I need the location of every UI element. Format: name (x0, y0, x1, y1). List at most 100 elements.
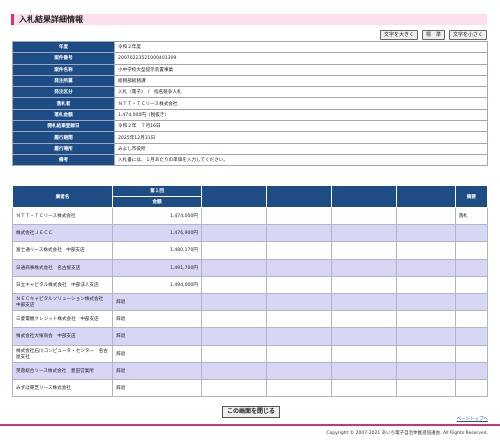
bid-amount: 辞退 (112, 344, 202, 363)
bid-amount: 1,474,000円 (112, 206, 202, 226)
bidder-name: ＮＥＣキャピタルソリューション株式会社 中部支店 (11, 292, 114, 312)
empty-cell (330, 275, 397, 294)
footer-divider (0, 424, 500, 426)
result-row: 株式会社石川コンピュータ・センター 名古屋支社 辞退 (11, 344, 489, 363)
empty-cell (395, 258, 456, 277)
bid-note (454, 327, 489, 346)
detail-label: 落札金額 (12, 108, 115, 122)
empty-cell (330, 224, 397, 243)
empty-cell (395, 241, 456, 260)
empty-cell (330, 310, 397, 329)
bid-amount: 1,480,170円 (112, 241, 202, 260)
bid-note (454, 310, 489, 329)
detail-row: 案件番号 20070223521000401309 (12, 52, 488, 65)
bid-note (454, 361, 489, 380)
detail-value: 2025年12月31日 (114, 131, 488, 144)
empty-cell (200, 344, 267, 363)
bidder-header: 業者名 (11, 185, 114, 208)
bid-amount: 辞退 (112, 361, 202, 380)
detail-row: 発注区分 入札（電子） / 指名競争入札 (12, 86, 488, 99)
empty-cell (395, 292, 456, 312)
empty-cell (265, 258, 332, 277)
detail-value: ＮＴＴ・ＴＣリース株式会社 (114, 97, 488, 110)
result-row: 株式会社大塚商会 中部支店 辞退 (11, 327, 489, 346)
empty-cell (265, 206, 332, 226)
empty-cell (395, 378, 456, 398)
detail-value: 令和２年 ７月16日 (114, 120, 488, 133)
bidder-name: ＮＴＴ・ＴＣリース株式会社 (11, 206, 114, 226)
detail-label: 発注区分 (12, 86, 115, 99)
bidder-name: 株式会社石川コンピュータ・センター 名古屋支社 (11, 344, 114, 363)
empty-header-4 (395, 185, 456, 208)
detail-label: 備考 (12, 153, 115, 167)
empty-cell (330, 361, 397, 380)
bid-note (454, 378, 489, 398)
detail-label: 履行場所 (12, 142, 115, 155)
empty-cell (200, 275, 267, 294)
empty-cell (395, 327, 456, 346)
empty-cell (265, 292, 332, 312)
empty-cell (330, 378, 397, 398)
amount-header: 金額 (112, 196, 202, 208)
bidder-name: 日立キャピタル株式会社 中部法人支店 (11, 275, 114, 294)
detail-row: 履行場所 みよし市役所 (12, 142, 488, 155)
page-top-link[interactable]: ページトップへ (457, 416, 488, 422)
bid-note (454, 224, 489, 243)
empty-cell (200, 310, 267, 329)
bid-note (454, 275, 489, 294)
empty-cell (395, 206, 456, 226)
bid-amount: 1,494,000円 (112, 275, 202, 294)
detail-label: 年度 (12, 40, 115, 54)
detail-row: 案件名称 小中学校大型提示装置事業 (12, 63, 488, 76)
font-size-controls: 文字を大きく 標 準 文字を小さく (379, 30, 487, 40)
font-larger-button[interactable]: 文字を大きく (379, 30, 418, 40)
result-row: 株式会社ＪＥＣＣ 1,476,900円 (11, 224, 489, 243)
bid-note (454, 258, 489, 277)
page-title: 入札結果詳細情報 (19, 15, 83, 24)
empty-cell (330, 241, 397, 260)
detail-value: みよし市役所 (114, 142, 488, 155)
detail-value: 入札書には、１月あたりの単価を入力してください。 (114, 153, 488, 167)
detail-label: 発注所属 (12, 74, 115, 88)
font-standard-button[interactable]: 標 準 (421, 30, 445, 40)
empty-cell (200, 224, 267, 243)
result-row: 芙蓉総合リース株式会社 豊田営業所 辞退 (11, 361, 489, 380)
empty-header-1 (200, 185, 267, 208)
font-smaller-button[interactable]: 文字を小さく (448, 30, 487, 40)
empty-cell (330, 258, 397, 277)
bidder-name: 株式会社大塚商会 中部支店 (11, 327, 114, 346)
bid-note (454, 241, 489, 260)
bid-amount: 辞退 (112, 327, 202, 346)
close-window-button[interactable]: この画面を閉じる (222, 406, 280, 418)
empty-cell (265, 361, 332, 380)
empty-cell (200, 361, 267, 380)
detail-table: 年度 令和２年度 案件番号 20070223521000401309 案件名称 小中学校大… (12, 40, 488, 167)
result-row: 日立キャピタル株式会社 中部法人支店 1,494,000円 (11, 275, 489, 294)
bidder-name: 三菱電機クレジット株式会社 中部支店 (11, 310, 114, 329)
result-row: 日通商事株式会社 名古屋支店 1,491,700円 (11, 258, 489, 277)
detail-value: 20070223521000401309 (114, 52, 488, 65)
result-row: ＮＴＴ・ＴＣリース株式会社 1,474,000円 落札 (11, 206, 489, 226)
empty-cell (200, 327, 267, 346)
result-row: 富士通リース株式会社 中部支店 1,480,170円 (11, 241, 489, 260)
empty-cell (265, 310, 332, 329)
empty-cell (330, 327, 397, 346)
detail-row: 履行期間 2025年12月31日 (12, 131, 488, 144)
empty-header-2 (265, 185, 332, 208)
bidder-name: 富士通リース株式会社 中部支店 (11, 241, 114, 260)
empty-cell (265, 275, 332, 294)
empty-cell (200, 258, 267, 277)
empty-cell (395, 361, 456, 380)
empty-cell (395, 275, 456, 294)
bid-amount: 1,476,900円 (112, 224, 202, 243)
detail-label: 落札者 (12, 97, 115, 110)
detail-row: 開札結果登録日 令和２年 ７月16日 (12, 120, 488, 133)
empty-cell (265, 241, 332, 260)
empty-cell (395, 344, 456, 363)
result-row: 三菱電機クレジット株式会社 中部支店 辞退 (11, 310, 489, 329)
empty-cell (200, 206, 267, 226)
detail-row: 年度 令和２年度 (12, 40, 488, 54)
detail-row: 発注所属 総務部総務課 (12, 74, 488, 88)
round-header: 第１回 (112, 185, 202, 197)
detail-value: 小中学校大型提示装置事業 (114, 63, 488, 76)
